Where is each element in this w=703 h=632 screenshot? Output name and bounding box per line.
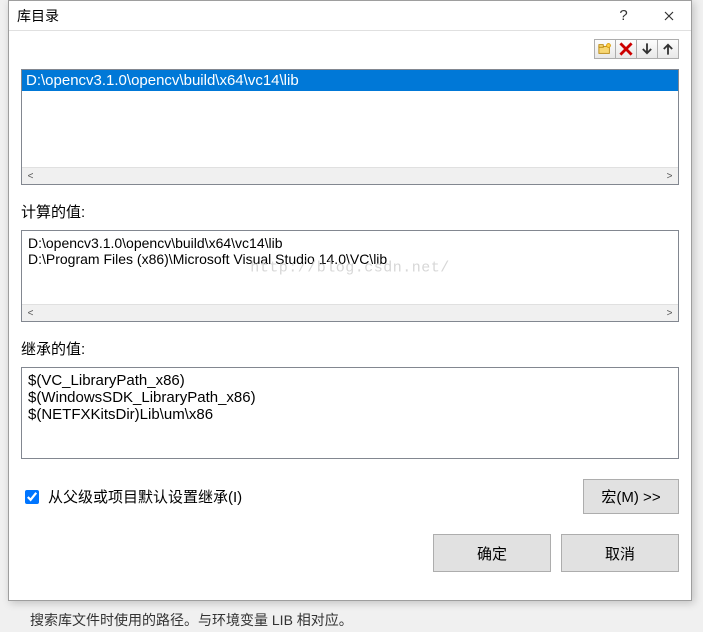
move-up-button[interactable] [657, 39, 679, 59]
scroll-left-icon[interactable]: < [22, 305, 39, 322]
close-button[interactable] [646, 1, 691, 30]
delete-line-button[interactable] [615, 39, 637, 59]
inherit-checkbox-label: 从父级或项目默认设置继承(I) [48, 486, 242, 507]
macros-button[interactable]: 宏(M) >> [583, 479, 679, 514]
new-folder-icon [598, 42, 612, 56]
paths-listbox[interactable]: D:\opencv3.1.0\opencv\build\x64\vc14\lib… [21, 69, 679, 185]
inherited-value: $(NETFXKitsDir)Lib\um\x86 [28, 406, 672, 423]
horizontal-scrollbar[interactable]: < > [22, 304, 678, 321]
scroll-right-icon[interactable]: > [661, 168, 678, 185]
evaluated-value: D:\opencv3.1.0\opencv\build\x64\vc14\lib [28, 235, 672, 251]
new-line-button[interactable] [594, 39, 616, 59]
dialog-content: D:\opencv3.1.0\opencv\build\x64\vc14\lib… [9, 31, 691, 600]
ok-button[interactable]: 确定 [433, 534, 551, 572]
library-directories-dialog: 库目录 ? D:\opencv3.1.0\opencv\build\x64\vc… [8, 0, 692, 601]
list-toolbar [21, 39, 679, 59]
inherited-label: 继承的值: [21, 338, 679, 359]
evaluated-values-box: D:\opencv3.1.0\opencv\build\x64\vc14\lib… [21, 230, 679, 322]
path-entry[interactable]: D:\opencv3.1.0\opencv\build\x64\vc14\lib [22, 70, 678, 91]
delete-icon [619, 42, 633, 56]
help-button[interactable]: ? [601, 1, 646, 30]
evaluated-value: D:\Program Files (x86)\Microsoft Visual … [28, 251, 672, 267]
close-icon [664, 11, 674, 21]
evaluated-label: 计算的值: [21, 201, 679, 222]
inherited-value: $(VC_LibraryPath_x86) [28, 372, 672, 389]
arrow-down-icon [640, 42, 654, 56]
cancel-button[interactable]: 取消 [561, 534, 679, 572]
scroll-left-icon[interactable]: < [22, 168, 39, 185]
inherit-checkbox[interactable] [25, 490, 39, 504]
move-down-button[interactable] [636, 39, 658, 59]
inherited-values-box: $(VC_LibraryPath_x86)$(WindowsSDK_Librar… [21, 367, 679, 459]
background-description-text: 搜索库文件时使用的路径。与环境变量 LIB 相对应。 [30, 610, 353, 630]
scroll-right-icon[interactable]: > [661, 305, 678, 322]
inherited-value: $(WindowsSDK_LibraryPath_x86) [28, 389, 672, 406]
inherit-checkbox-wrap[interactable]: 从父级或项目默认设置继承(I) [21, 486, 575, 507]
arrow-up-icon [661, 42, 675, 56]
window-title: 库目录 [17, 6, 601, 26]
titlebar: 库目录 ? [9, 1, 691, 31]
horizontal-scrollbar[interactable]: < > [22, 167, 678, 184]
